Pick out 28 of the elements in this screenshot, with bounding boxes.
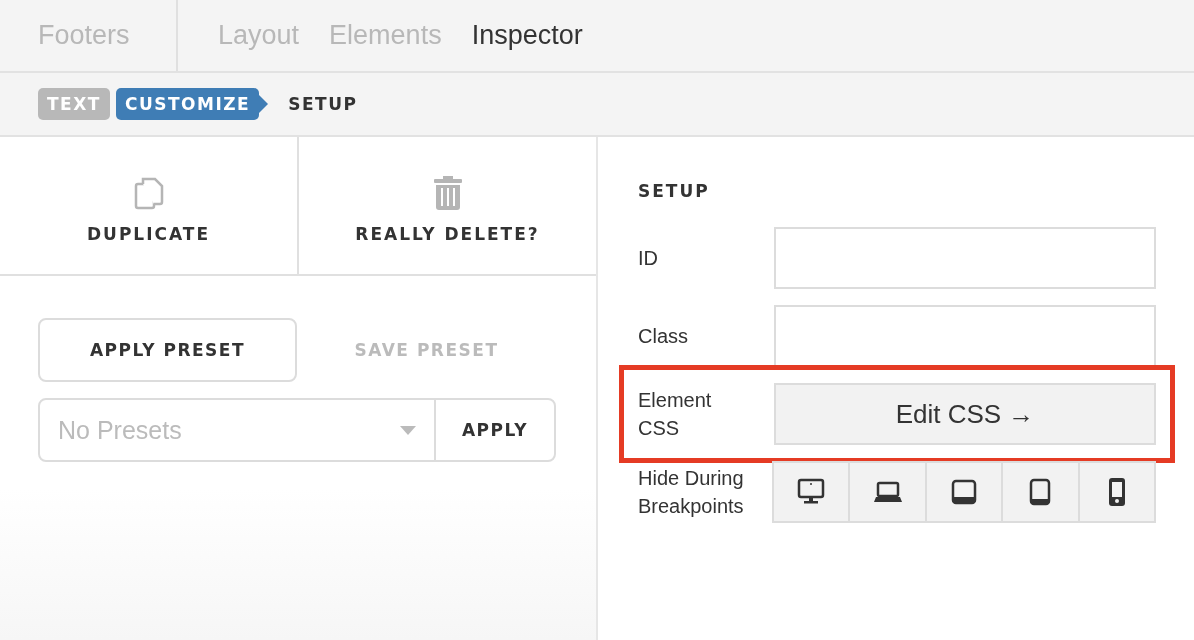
phone-icon: [1108, 478, 1125, 506]
preset-tab[interactable]: APPLY PRESET: [38, 318, 297, 382]
nav-tab[interactable]: Inspector: [471, 20, 583, 51]
breadcrumb-step[interactable]: SETUP: [279, 88, 367, 120]
input-field[interactable]: [774, 227, 1156, 289]
duplicate-button[interactable]: DUPLICATE: [0, 137, 297, 274]
breakpoint-toggle[interactable]: [924, 461, 1004, 523]
trash-icon: [432, 176, 463, 210]
laptop-icon: [873, 480, 902, 504]
delete-button[interactable]: REALLY DELETE?: [297, 137, 596, 274]
copy-icon: [133, 176, 164, 210]
field-label: Hide During Breakpoints: [638, 466, 745, 519]
section-title: SETUP: [638, 181, 711, 201]
field-label: Element CSS: [638, 388, 713, 441]
field-label: ID: [638, 246, 659, 271]
breakpoint-toggle[interactable]: [1077, 461, 1157, 523]
edit-css-button[interactable]: Edit CSS →: [774, 383, 1156, 445]
breakpoint-toggle[interactable]: [772, 461, 851, 523]
field-label: Class: [638, 324, 689, 349]
breakpoint-toggle[interactable]: [1001, 461, 1080, 523]
desktop-icon: [797, 478, 826, 506]
tablet-icon: [951, 479, 977, 505]
input-field[interactable]: [774, 305, 1156, 367]
breadcrumb-pointer-icon: [259, 95, 269, 113]
breakpoint-toggle[interactable]: [848, 461, 927, 523]
apply-button[interactable]: APPLY: [436, 400, 554, 460]
tablet-icon: [1029, 478, 1052, 506]
dropdown-caret-icon: [400, 425, 416, 435]
